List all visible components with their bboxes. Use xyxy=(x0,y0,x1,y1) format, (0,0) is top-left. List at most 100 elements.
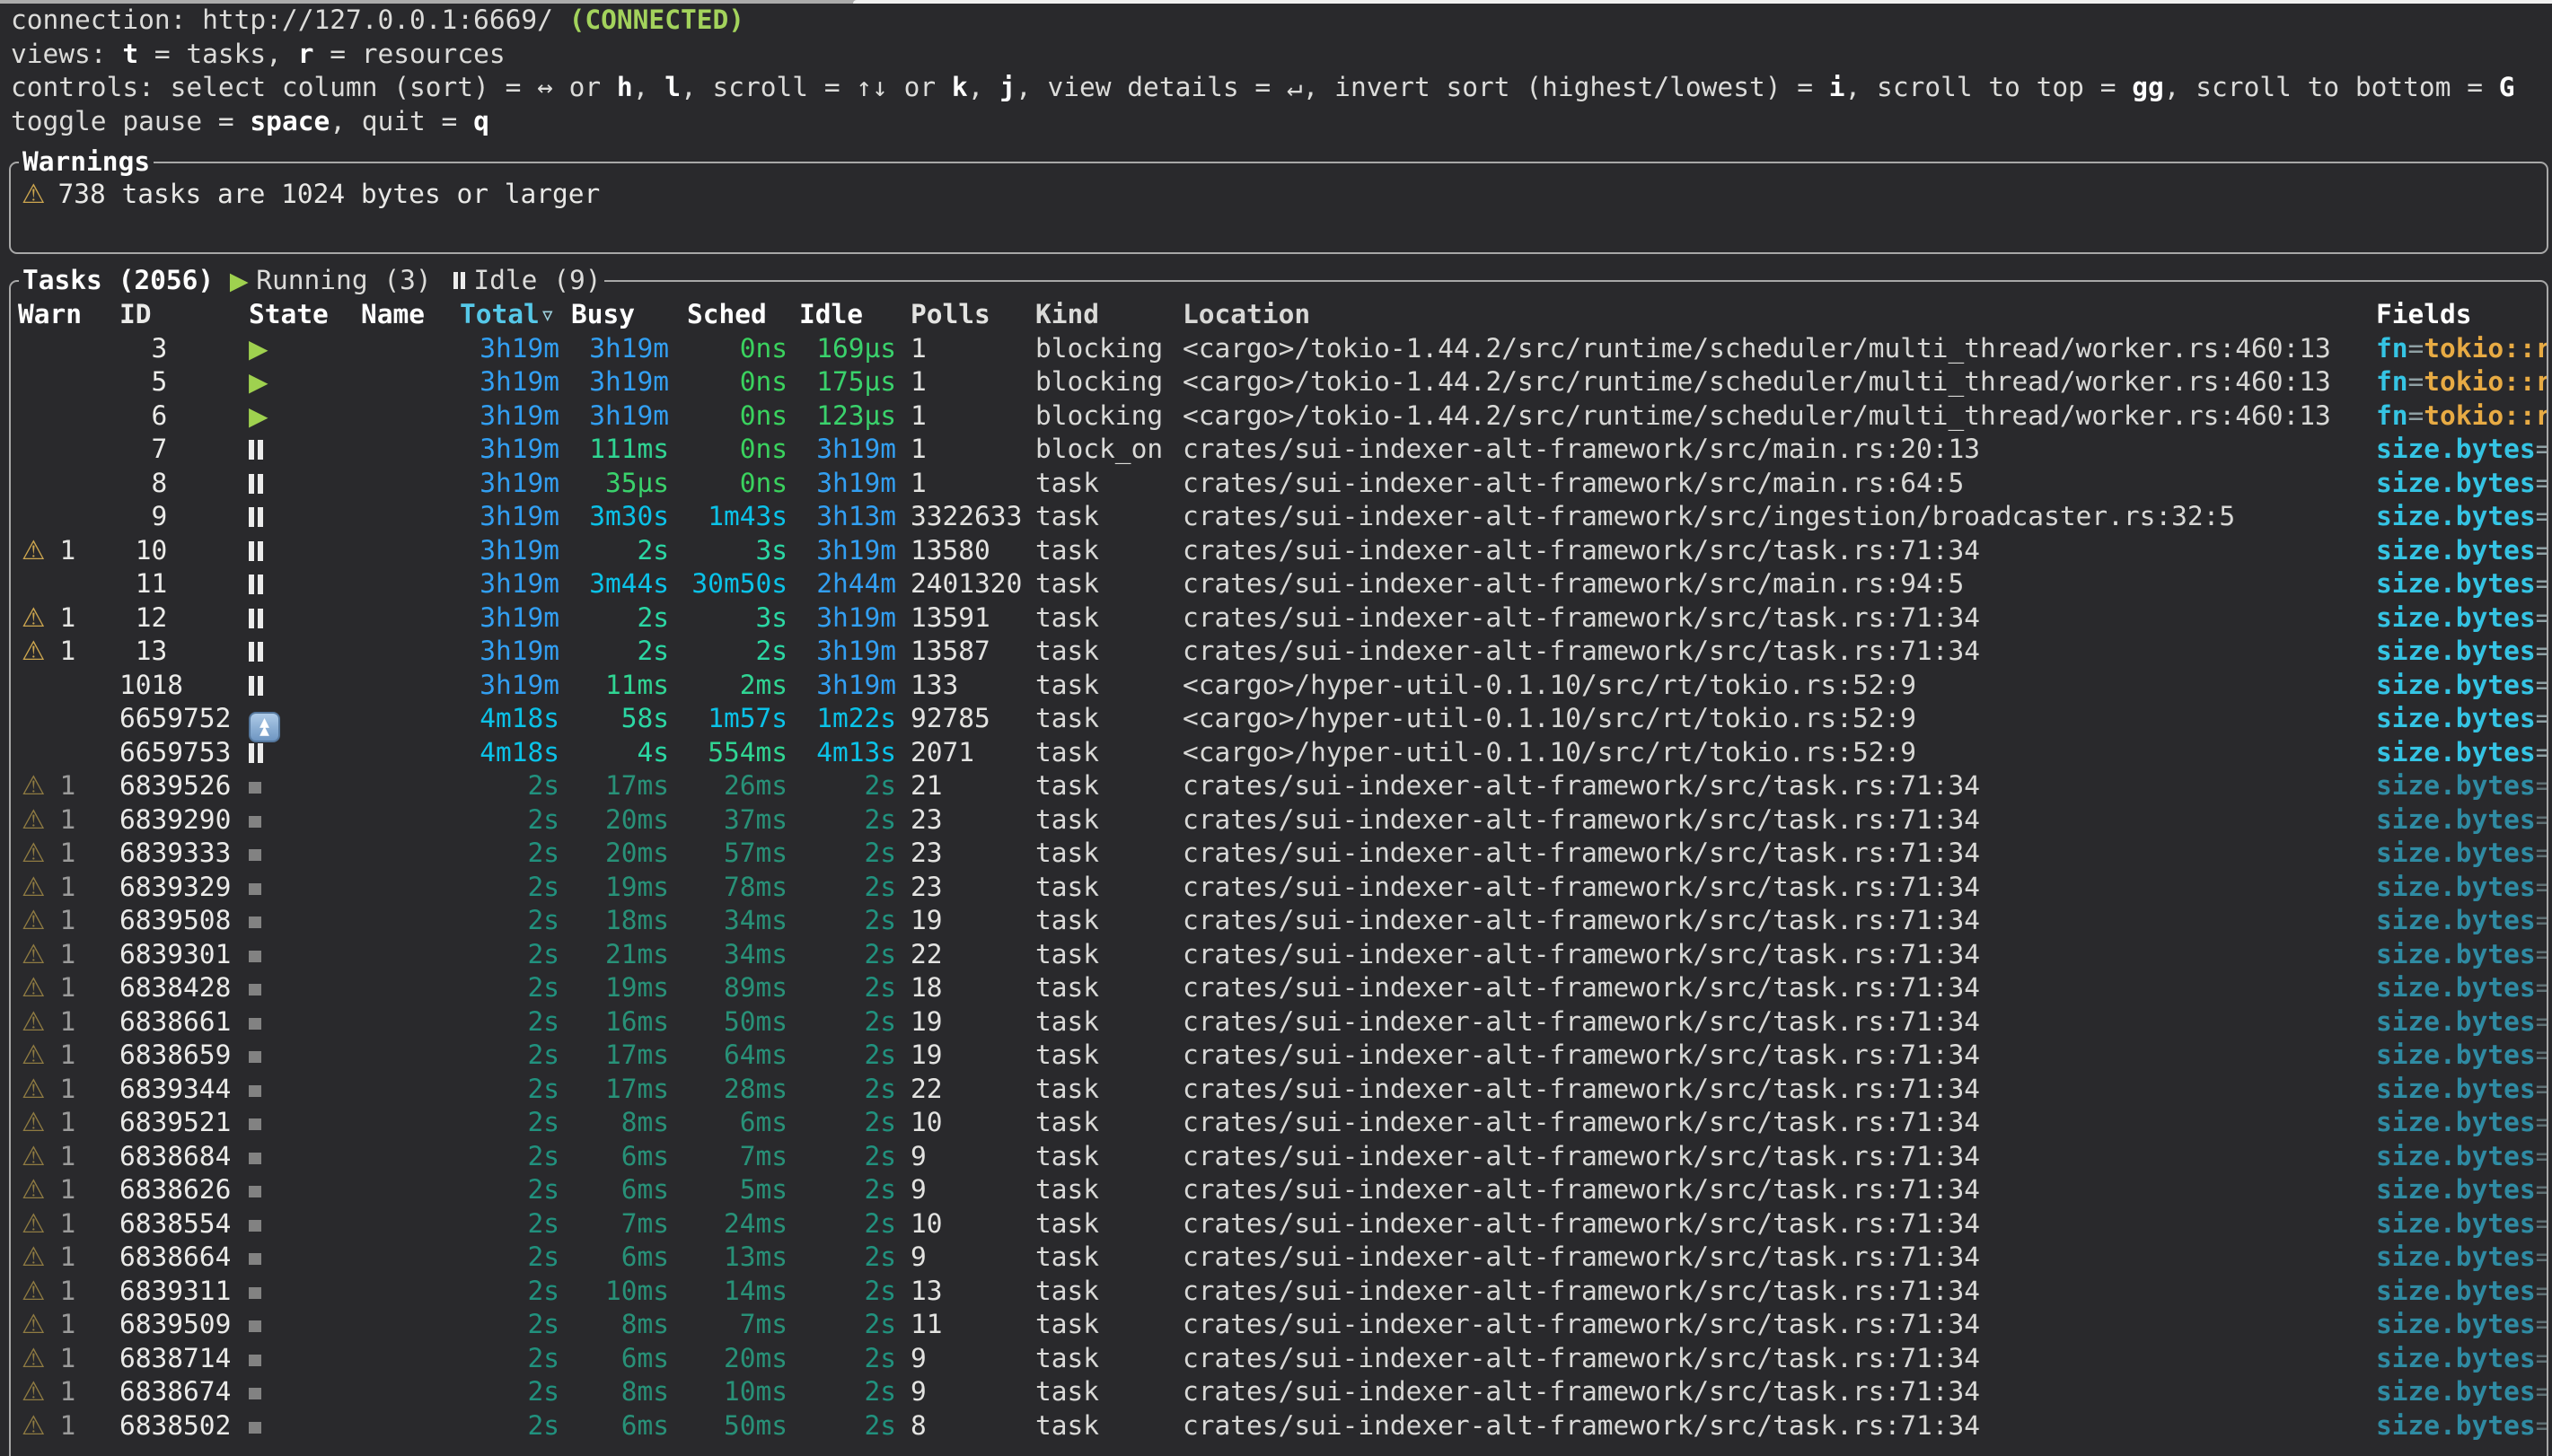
column-header-state[interactable]: State xyxy=(249,298,357,332)
column-header-location[interactable]: Location xyxy=(1179,298,2372,332)
cell-busy: 11ms xyxy=(559,669,669,703)
cell-task-id[interactable]: 6839301 xyxy=(119,938,249,972)
cell-task-id[interactable]: 6838554 xyxy=(119,1207,249,1241)
sched-duration: 3s xyxy=(755,602,788,633)
cell-task-id[interactable]: 9 xyxy=(119,500,249,534)
cell-task-id[interactable]: 1018 xyxy=(119,669,249,703)
sched-duration: 14ms xyxy=(724,1276,788,1306)
cell-task-id[interactable]: 6839509 xyxy=(119,1308,249,1342)
column-header-warn[interactable]: Warn xyxy=(13,298,119,332)
idle-duration: 2h44m xyxy=(816,568,896,599)
idle-duration: 2s xyxy=(864,1006,896,1037)
field-key: size.bytes xyxy=(2376,1343,2536,1373)
total-duration: 2s xyxy=(527,1241,559,1272)
column-header-polls[interactable]: Polls xyxy=(896,298,1035,332)
cell-task-id[interactable]: 6838684 xyxy=(119,1140,249,1174)
cell-task-id[interactable]: 6839311 xyxy=(119,1275,249,1309)
field-equals: = xyxy=(2536,1039,2547,1070)
cell-polls: 1 xyxy=(896,365,1035,399)
cell-task-id[interactable]: 6839526 xyxy=(119,769,249,803)
cell-polls: 2071 xyxy=(896,736,1035,770)
cell-task-id[interactable]: 6 xyxy=(119,399,249,434)
column-header-fields[interactable]: Fields xyxy=(2372,298,2547,332)
warn-count: 1 xyxy=(59,1410,75,1441)
cell-task-id[interactable]: 6838661 xyxy=(119,1005,249,1039)
cell-total: 2s xyxy=(460,1173,559,1207)
cell-idle: 3h19m xyxy=(788,669,896,703)
total-duration: 2s xyxy=(527,1006,559,1037)
cell-kind: task xyxy=(1035,1375,1179,1409)
warning-triangle-icon: ⚠ xyxy=(22,1343,45,1373)
header-text-segment: connection: http://127.0.0.1:6669/ xyxy=(11,4,569,35)
cell-task-id[interactable]: 11 xyxy=(119,567,249,601)
cell-total: 2s xyxy=(460,1005,559,1039)
sched-duration: 78ms xyxy=(724,872,788,902)
busy-duration: 10ms xyxy=(605,1276,669,1306)
cell-task-id[interactable]: 6838714 xyxy=(119,1342,249,1376)
cell-task-id[interactable]: 5 xyxy=(119,365,249,399)
cell-kind: task xyxy=(1035,669,1179,703)
header-text-segment: controls: select column (sort) = ↔ or xyxy=(11,72,617,102)
cell-fields: size.bytes= xyxy=(2372,500,2547,534)
cell-warn: ⚠1 xyxy=(13,971,119,1005)
cell-task-id[interactable]: 6839329 xyxy=(119,871,249,905)
cell-task-id[interactable]: 6838428 xyxy=(119,971,249,1005)
cell-task-id[interactable]: 6839333 xyxy=(119,837,249,871)
field-equals: = xyxy=(2536,1006,2547,1037)
field-key: size.bytes xyxy=(2376,838,2536,868)
cell-sched: 34ms xyxy=(669,938,788,972)
idle-duration: 2s xyxy=(864,1410,896,1441)
cell-idle: 2s xyxy=(788,1207,896,1241)
cell-task-id[interactable]: 13 xyxy=(119,635,249,669)
field-equals: = xyxy=(2536,1174,2547,1205)
cell-task-id[interactable]: 6839344 xyxy=(119,1073,249,1107)
header-text-segment: j xyxy=(999,72,1016,102)
cell-task-id[interactable]: 6838659 xyxy=(119,1039,249,1073)
cell-kind: task xyxy=(1035,534,1179,568)
field-equals: = xyxy=(2536,468,2547,498)
field-equals: = xyxy=(2536,1309,2547,1339)
cell-task-id[interactable]: 6838626 xyxy=(119,1173,249,1207)
column-header-idle[interactable]: Idle xyxy=(788,298,896,332)
cell-warn: ⚠1 xyxy=(13,803,119,838)
warn-count: 1 xyxy=(59,1006,75,1037)
cell-task-id[interactable]: 3 xyxy=(119,332,249,366)
cell-task-id[interactable]: 6839508 xyxy=(119,904,249,938)
cell-task-id[interactable]: 6839290 xyxy=(119,803,249,838)
cell-fields: size.bytes= xyxy=(2372,1409,2547,1443)
column-header-name[interactable]: Name xyxy=(357,298,460,332)
cell-task-id[interactable]: 6659753 xyxy=(119,736,249,770)
idle-state-icon xyxy=(249,676,263,696)
field-equals: = xyxy=(2536,939,2547,969)
cell-warn: ⚠1 xyxy=(13,871,119,905)
warning-triangle-icon: ⚠ xyxy=(22,905,45,935)
cell-task-id[interactable]: 8 xyxy=(119,467,249,501)
column-header-sched[interactable]: Sched xyxy=(669,298,788,332)
column-header-kind[interactable]: Kind xyxy=(1035,298,1179,332)
total-duration: 2s xyxy=(527,1276,559,1306)
cell-total: 2s xyxy=(460,1140,559,1174)
cell-task-id[interactable]: 6838674 xyxy=(119,1375,249,1409)
cell-task-id[interactable]: 10 xyxy=(119,534,249,568)
cell-task-id[interactable]: 6838664 xyxy=(119,1241,249,1275)
cell-warn: ⚠1 xyxy=(13,1140,119,1174)
cell-fields: size.bytes= xyxy=(2372,871,2547,905)
cell-kind: task xyxy=(1035,1409,1179,1443)
cell-kind: task xyxy=(1035,1308,1179,1342)
column-header-total[interactable]: Total▿ xyxy=(460,298,559,332)
completed-state-icon xyxy=(249,1388,261,1399)
header-text-segment: , scroll to top = xyxy=(1845,72,2133,102)
cell-task-id[interactable]: 6659752 xyxy=(119,702,249,736)
total-duration: 2s xyxy=(527,905,559,935)
busy-duration: 11ms xyxy=(605,670,669,700)
cell-task-id[interactable]: 6839521 xyxy=(119,1106,249,1140)
cell-idle: 2s xyxy=(788,971,896,1005)
column-header-id[interactable]: ID xyxy=(119,298,249,332)
column-header-busy[interactable]: Busy xyxy=(559,298,669,332)
cell-busy: 8ms xyxy=(559,1308,669,1342)
total-duration: 2s xyxy=(527,1039,559,1070)
cell-task-id[interactable]: 6838502 xyxy=(119,1409,249,1443)
warning-triangle-icon: ⚠ xyxy=(22,1107,45,1137)
cell-task-id[interactable]: 12 xyxy=(119,601,249,636)
cell-task-id[interactable]: 7 xyxy=(119,433,249,467)
